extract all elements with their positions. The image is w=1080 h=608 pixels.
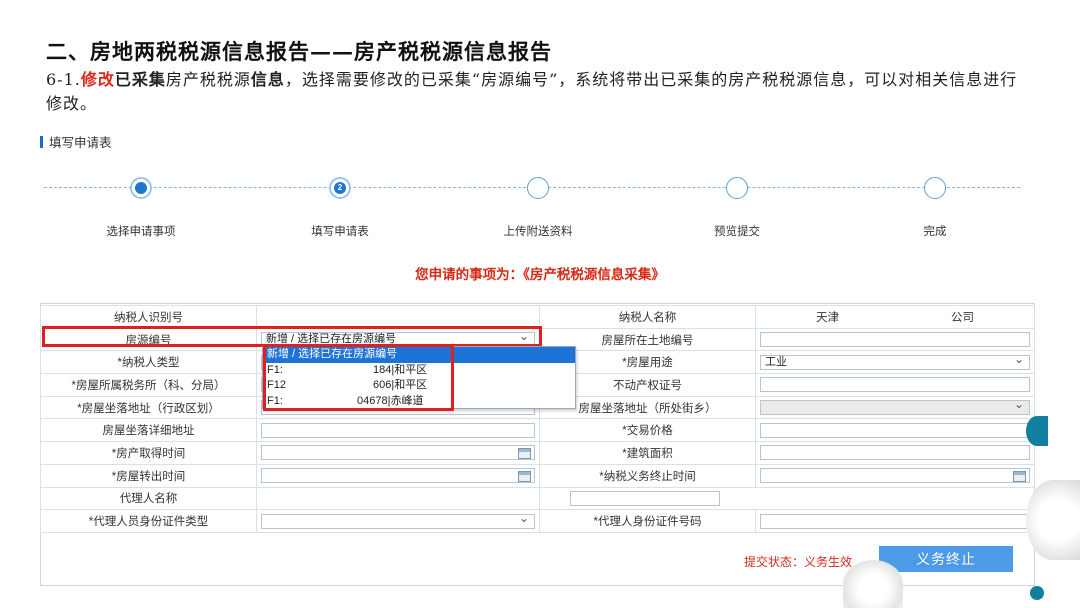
area-label: *建筑面积 <box>539 441 756 465</box>
detail-address-label: 房屋坐落详细地址 <box>40 418 257 443</box>
section-bar <box>40 135 43 148</box>
submit-status-value: 义务生效 <box>804 555 853 569</box>
agent-id-type-select[interactable] <box>261 512 535 529</box>
area-cell <box>755 441 1035 465</box>
house-use-cell: 工业 <box>755 350 1035 375</box>
tax-office-label: *房屋所属税务所（科、分局） <box>40 373 257 397</box>
land-no-cell <box>755 327 1035 352</box>
step-5-node <box>924 177 946 199</box>
price-label: *交易价格 <box>539 418 756 443</box>
apply-notice: 您申请的事项为：《房产税税源信息采集》 <box>415 267 665 282</box>
decorative-circle <box>843 560 903 608</box>
transfer-time-datepicker[interactable] <box>261 468 535 484</box>
agent-name-input[interactable] <box>570 490 720 506</box>
end-time-cell <box>755 463 1035 488</box>
step-1-node <box>130 177 152 199</box>
form-row: 房屋坐落详细地址 *交易价格 <box>40 418 1035 443</box>
end-time-label: *纳税义务终止时间 <box>539 463 756 488</box>
district-label: *房屋坐落地址（行政区划） <box>40 395 257 420</box>
street-cell <box>755 395 1035 420</box>
decorative-circle <box>1030 586 1044 600</box>
agent-id-no-label: *代理人身份证件号码 <box>539 509 756 533</box>
step-1-label: 选择申请事项 <box>106 226 176 238</box>
form-row: 代理人名称 <box>40 486 1035 511</box>
detail-address-cell <box>256 418 540 443</box>
slide-description: 6-1.修改已采集房产税税源信息，选择需要修改的已采集“房源编号”，系统将带出已… <box>46 68 1031 116</box>
desc-mid: 房产税税源 <box>165 70 251 89</box>
street-label-text: 房屋坐落地址（所处街乡） <box>578 402 717 415</box>
form-row: 纳税人识别号 纳税人名称 天津 公司 <box>40 305 1035 329</box>
agent-name-cell <box>539 486 1035 511</box>
transfer-time-label: *房屋转出时间 <box>40 463 257 488</box>
acquire-time-label: *房产取得时间 <box>40 441 257 465</box>
taxpayer-name-part1: 天津 <box>816 311 839 324</box>
step-4-label: 预览提交 <box>714 226 760 238</box>
progress-stepper: 2 <box>44 177 1020 199</box>
step-3-node <box>527 177 549 199</box>
step-5-label: 完成 <box>923 226 947 238</box>
price-cell <box>755 418 1035 443</box>
taxpayer-id-label: 纳税人识别号 <box>40 305 257 329</box>
agent-id-no-input[interactable] <box>760 513 1030 529</box>
agent-name-spacer <box>256 486 540 511</box>
house-use-select[interactable]: 工业 <box>760 353 1030 370</box>
step-4-node <box>726 177 748 199</box>
submit-status: 提交状态：义务生效 <box>744 553 852 570</box>
taxpayer-type-label: *纳税人类型 <box>40 350 257 375</box>
detail-address-input[interactable] <box>261 422 535 438</box>
price-input[interactable] <box>760 422 1030 438</box>
agent-id-no-cell <box>755 509 1035 533</box>
street-select[interactable] <box>760 398 1030 416</box>
terminate-obligation-button[interactable]: 义务终止 <box>879 546 1013 572</box>
taxpayer-name-part2: 公司 <box>951 311 974 324</box>
agent-name-label: 代理人名称 <box>40 486 257 511</box>
property-cert-cell <box>755 373 1035 397</box>
end-time-datepicker[interactable] <box>760 468 1030 484</box>
agent-id-type-label: *代理人员身份证件类型 <box>40 509 257 533</box>
slide-title: 二、房地两税税源信息报告——房产税税源信息报告 <box>46 39 552 64</box>
section-label-text: 填写申请表 <box>49 136 112 150</box>
step-2-label: 填写申请表 <box>311 226 369 238</box>
area-input[interactable] <box>760 445 1030 461</box>
section-label: 填写申请表 <box>40 132 112 151</box>
desc-info: 信息 <box>250 70 285 89</box>
step-2-node: 2 <box>329 177 351 199</box>
form-row: *房屋转出时间 *纳税义务终止时间 <box>40 463 1035 488</box>
desc-modify: 修改 <box>80 70 115 89</box>
property-cert-input[interactable] <box>760 377 1030 393</box>
submit-status-label: 提交状态： <box>744 555 805 569</box>
acquire-time-cell <box>256 441 540 465</box>
form-row: *代理人员身份证件类型 *代理人身份证件号码 <box>40 509 1035 533</box>
transfer-time-cell <box>256 463 540 488</box>
taxpayer-name-label: 纳税人名称 <box>539 305 756 329</box>
agent-id-type-cell <box>256 509 540 533</box>
desc-collected: 已采集 <box>114 70 166 89</box>
dropdown-highlight-box <box>263 344 454 411</box>
land-no-input[interactable] <box>760 332 1030 348</box>
decorative-circle <box>1026 416 1048 446</box>
desc-prefix: 6-1. <box>46 70 81 89</box>
taxpayer-id-value <box>256 305 540 329</box>
taxpayer-name-value: 天津 公司 <box>755 305 1035 329</box>
step-2-number: 2 <box>334 182 346 194</box>
decorative-circle <box>1026 480 1080 560</box>
step-3-label: 上传附送资料 <box>503 226 573 238</box>
form-row: *房产取得时间 *建筑面积 <box>40 441 1035 465</box>
acquire-time-datepicker[interactable] <box>261 445 535 461</box>
